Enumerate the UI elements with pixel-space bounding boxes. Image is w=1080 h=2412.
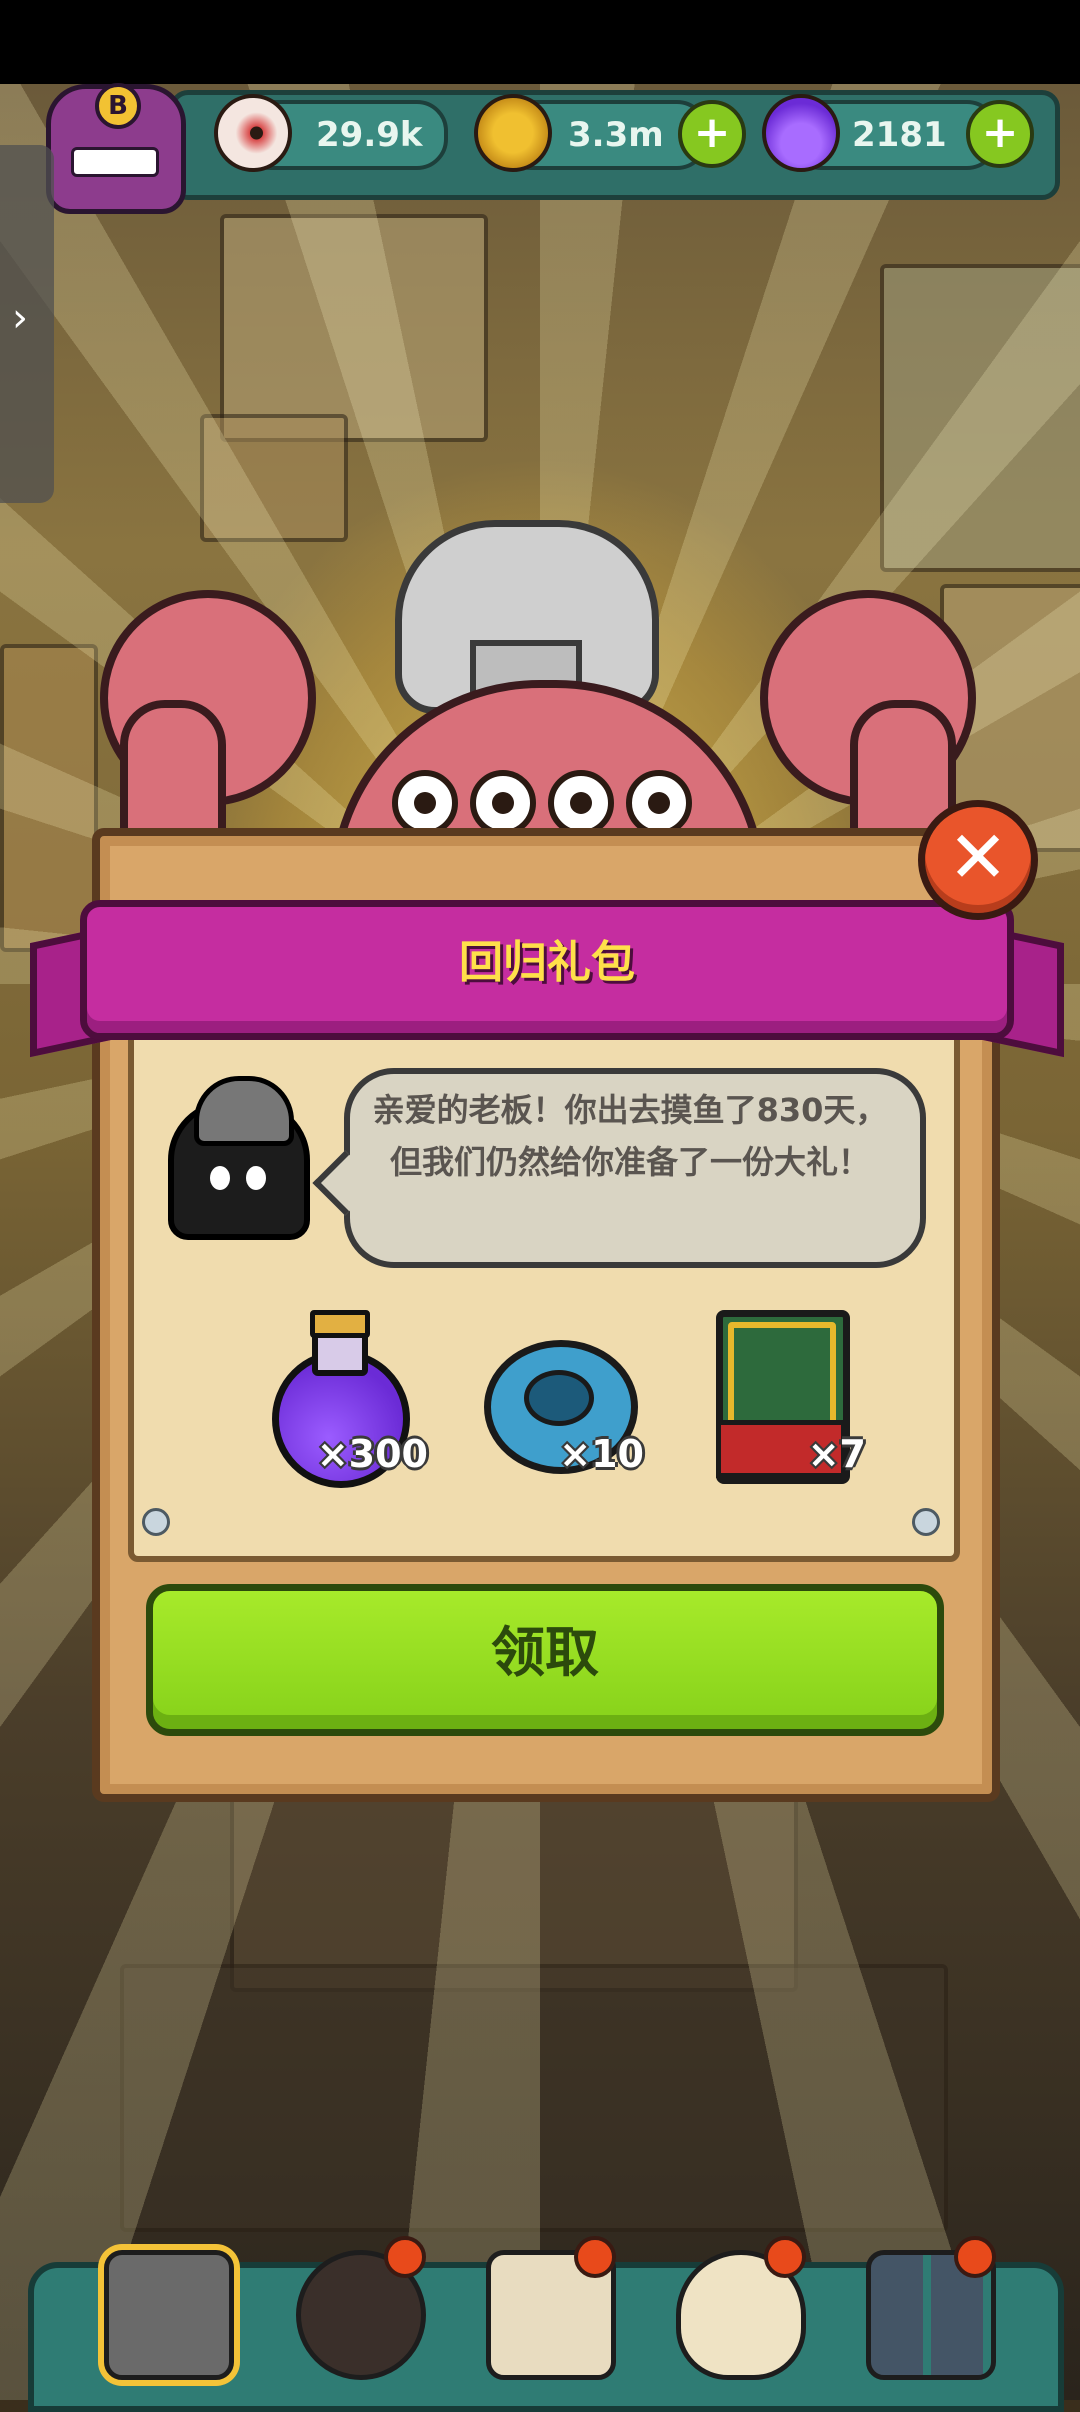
coin-count: 3.3m (568, 115, 664, 155)
notification-dot (954, 2236, 996, 2278)
reward-quantity: ×300 (316, 1432, 428, 1476)
side-drawer-handle[interactable]: › (0, 145, 54, 503)
shop-icon (104, 2250, 234, 2380)
reward-quantity: ×10 (559, 1432, 644, 1476)
nav-monsters-button[interactable] (296, 2236, 426, 2380)
notification-dot (574, 2236, 616, 2278)
building (120, 1964, 948, 2232)
building (220, 214, 488, 442)
add-coins-button[interactable]: + (678, 100, 746, 168)
chevron-right-icon: › (12, 295, 28, 341)
eyeball-icon (214, 94, 292, 172)
nav-book-button[interactable] (486, 2236, 616, 2380)
nav-bag-button[interactable] (676, 2236, 806, 2380)
add-potions-button[interactable]: + (966, 100, 1034, 168)
nav-grid-menu-button[interactable] (866, 2236, 996, 2380)
octopus-eye (548, 770, 614, 836)
octopus-eye (392, 770, 458, 836)
player-avatar[interactable]: B (46, 83, 186, 214)
rank-badge: B (95, 83, 141, 129)
claim-button[interactable]: 领取 (146, 1584, 944, 1736)
popup-message: 亲爱的老板！你出去摸鱼了830天，但我们仍然给你准备了一份大礼！ (372, 1091, 888, 1181)
popup-title: 回归礼包 (459, 937, 635, 988)
nav-shop-button[interactable] (104, 2250, 234, 2380)
octopus-eye (626, 770, 692, 836)
potion-cork (310, 1310, 370, 1338)
status-bar (0, 0, 1080, 84)
nail (912, 1508, 940, 1536)
octopus-eye (470, 770, 536, 836)
notification-dot (384, 2236, 426, 2278)
potion-count: 2181 (852, 115, 947, 155)
eyeball-count: 29.9k (316, 115, 423, 155)
avatar-teeth (71, 147, 159, 177)
building (230, 1784, 798, 1992)
reward-item-potion: ×300 (228, 1300, 428, 1490)
gear-hole (524, 1370, 594, 1426)
npc-eye (210, 1166, 230, 1190)
potion-icon (762, 94, 840, 172)
close-button[interactable]: ✕ (918, 800, 1038, 920)
npc-character (168, 1076, 310, 1240)
building (880, 264, 1080, 572)
npc-eye (246, 1166, 266, 1190)
reward-quantity: ×7 (807, 1432, 866, 1476)
coin-icon (474, 94, 552, 172)
close-icon: ✕ (947, 815, 1009, 899)
nail (142, 1508, 170, 1536)
claim-button-label: 领取 (491, 1621, 599, 1684)
reward-item-cog-machine: ×10 (444, 1300, 644, 1490)
building (200, 414, 348, 542)
reward-item-monster-card: ×7 (666, 1300, 866, 1490)
notification-dot (764, 2236, 806, 2278)
